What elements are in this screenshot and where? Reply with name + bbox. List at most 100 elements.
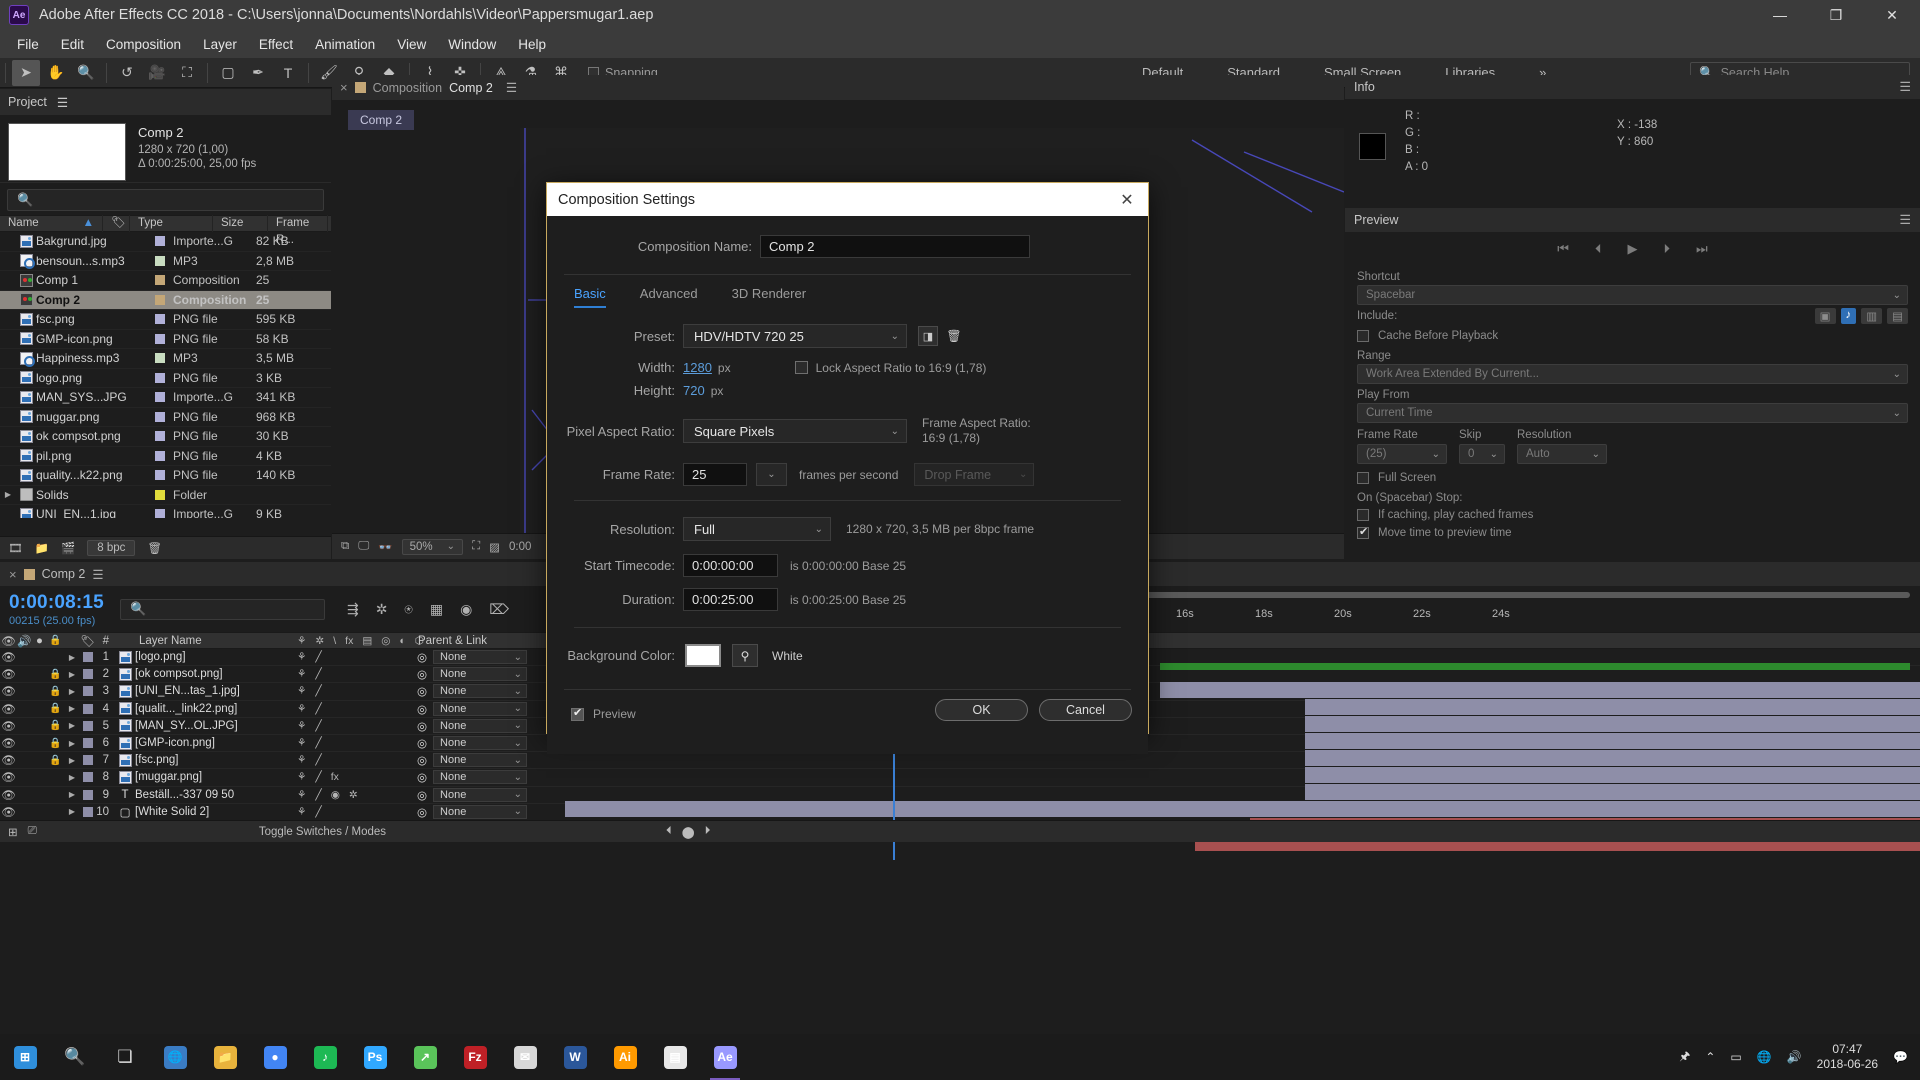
layer-expand-icon[interactable]: ▶ <box>64 670 80 679</box>
menu-file[interactable]: File <box>6 33 50 56</box>
network-icon[interactable]: 🌐 <box>1757 1050 1772 1064</box>
task-view-icon[interactable]: ❏ <box>100 1034 150 1080</box>
project-item-row[interactable]: GMP-icon.png PNG file 58 KB <box>0 330 331 349</box>
layer-name[interactable]: [White Solid 2] <box>135 806 290 818</box>
preset-select[interactable]: HDV/HDTV 720 25 ⌄ <box>683 324 907 348</box>
layer-name[interactable]: [fsc.png] <box>135 754 290 766</box>
transparency-grid-icon[interactable]: ▨ <box>489 540 500 554</box>
project-item-label-swatch[interactable] <box>146 450 173 461</box>
parent-pickwhip-icon[interactable]: ◎ <box>417 667 427 681</box>
taskbar-app-sticky-notes[interactable]: ▤ <box>650 1034 700 1080</box>
text-tool-icon[interactable]: T <box>274 60 302 86</box>
tab-basic[interactable]: Basic <box>574 286 606 308</box>
project-item-label-swatch[interactable] <box>146 314 173 325</box>
layer-parent-select[interactable]: None ⌄ <box>433 736 528 751</box>
parent-pickwhip-icon[interactable]: ◎ <box>417 805 427 819</box>
go-to-start-icon[interactable]: ⏮ <box>1557 241 1569 257</box>
menu-effect[interactable]: Effect <box>248 33 304 56</box>
layer-parent-select[interactable]: None ⌄ <box>433 650 528 665</box>
layer-visibility-icon[interactable]: 👁 <box>0 788 17 802</box>
zoom-tool-icon[interactable]: 🔍 <box>72 60 100 86</box>
layer-expand-icon[interactable]: ▶ <box>64 739 80 748</box>
column-header-name[interactable]: Name ▲ <box>0 215 103 232</box>
parent-pickwhip-icon[interactable]: ◎ <box>417 684 427 698</box>
taskbar-app-chrome[interactable]: ● <box>250 1034 300 1080</box>
project-item-label-swatch[interactable] <box>146 333 173 344</box>
selection-tool-icon[interactable]: ➤ <box>12 59 40 86</box>
project-item-row[interactable]: ▶ Solids Folder <box>0 486 331 505</box>
layer-blend-icon[interactable]: ╱ <box>315 703 321 715</box>
layer-blend-icon[interactable]: ╱ <box>315 720 321 732</box>
layer-lock-icon[interactable]: 🔒 <box>47 703 64 714</box>
pan-behind-tool-icon[interactable]: ⛶ <box>173 60 201 86</box>
layer-label-swatch[interactable] <box>80 720 95 731</box>
camera-tool-icon[interactable]: 🎥 <box>143 60 171 86</box>
column-header-frame-rate[interactable]: Frame R... <box>268 215 328 246</box>
battery-icon[interactable]: ▭ <box>1730 1050 1741 1064</box>
column-header-label[interactable]: 🏷 <box>103 215 130 232</box>
save-preset-icon[interactable]: ◨ <box>918 326 938 346</box>
layer-switches[interactable]: ⚘ ╱ <box>290 754 410 766</box>
windows-start-icon[interactable]: ⊞ <box>0 1034 50 1080</box>
preview-checkbox[interactable] <box>571 706 584 721</box>
layer-expand-icon[interactable]: ▶ <box>64 721 80 730</box>
pen-tool-icon[interactable]: ✒ <box>244 60 272 86</box>
lock-aspect-ratio-row[interactable]: Lock Aspect Ratio to 16:9 (1,78) <box>794 361 986 375</box>
layer-switches[interactable]: ⚘ ╱ ◉ ✲ <box>290 789 410 801</box>
layer-blend-icon[interactable]: ╱ <box>315 789 321 801</box>
layer-quality-icon[interactable]: ✲ <box>349 789 358 801</box>
layer-label-swatch[interactable] <box>80 686 95 697</box>
menu-view[interactable]: View <box>386 33 437 56</box>
layer-expand-icon[interactable]: ▶ <box>64 756 80 765</box>
frame-rate-select[interactable]: (25) ⌄ <box>1357 444 1447 464</box>
project-item-row[interactable]: logo.png PNG file 3 KB <box>0 369 331 388</box>
frame-rate-dropdown-button[interactable]: ⌄ <box>756 463 787 486</box>
layer-parent-cell[interactable]: ◎ None ⌄ <box>410 701 528 716</box>
frame-blending-icon[interactable]: ▦ <box>430 601 443 618</box>
clock[interactable]: 07:47 2018-06-26 <box>1817 1042 1878 1072</box>
close-tab-icon[interactable]: × <box>9 567 17 582</box>
layer-blend-icon[interactable]: ╱ <box>315 651 321 663</box>
parent-pickwhip-icon[interactable]: ◎ <box>417 788 427 802</box>
layer-lock-icon[interactable]: 🔒 <box>47 669 64 680</box>
layer-parent-cell[interactable]: ◎ None ⌄ <box>410 650 528 665</box>
layer-collapse-icon[interactable]: ⚘ <box>297 668 306 680</box>
go-to-end-icon[interactable]: ⏭ <box>1696 241 1708 257</box>
cancel-button[interactable]: Cancel <box>1039 699 1132 721</box>
render-queue-icon[interactable]: ⧉ <box>341 540 349 553</box>
project-item-label-swatch[interactable] <box>146 236 173 247</box>
project-tab-label[interactable]: Project <box>8 95 47 109</box>
project-item-label-swatch[interactable] <box>146 275 173 286</box>
step-back-icon[interactable]: ⏴ <box>1595 241 1602 257</box>
dialog-close-button[interactable]: ✕ <box>1106 183 1148 216</box>
full-screen-checkbox[interactable] <box>1357 472 1369 484</box>
layer-expand-icon[interactable]: ▶ <box>64 704 80 713</box>
project-item-row[interactable]: Happiness.mp3 MP3 3,5 MB <box>0 349 331 369</box>
motion-blur-icon[interactable]: ◉ <box>460 601 472 618</box>
parent-pickwhip-icon[interactable]: ◎ <box>417 719 427 733</box>
pixel-aspect-ratio-select[interactable]: Square Pixels ⌄ <box>683 419 907 443</box>
ok-button[interactable]: OK <box>935 699 1028 721</box>
layer-collapse-icon[interactable]: ⚘ <box>297 789 306 801</box>
include-overlays-icon[interactable]: ▥ <box>1861 308 1883 324</box>
include-layer-controls-icon[interactable]: ▤ <box>1887 308 1908 324</box>
layer-visibility-icon[interactable]: 👁 <box>0 753 17 767</box>
graph-editor-icon[interactable]: ⌦ <box>489 601 509 618</box>
minimize-button[interactable]: — <box>1752 0 1808 30</box>
layer-motion-blur-icon[interactable]: ◉ <box>331 789 340 801</box>
layer-visibility-icon[interactable]: 👁 <box>0 719 17 733</box>
layer-visibility-icon[interactable]: 👁 <box>0 770 17 784</box>
include-video-icon[interactable]: ▣ <box>1814 308 1836 324</box>
project-item-row[interactable]: pil.png PNG file 4 KB <box>0 447 331 466</box>
layer-collapse-icon[interactable]: ⚘ <box>297 806 306 818</box>
layer-parent-cell[interactable]: ◎ None ⌄ <box>410 804 528 819</box>
layer-switches[interactable]: ⚘ ╱ <box>290 720 410 732</box>
project-item-label-swatch[interactable] <box>146 431 173 442</box>
layer-visibility-icon[interactable]: 👁 <box>0 736 17 750</box>
project-item-label-swatch[interactable] <box>146 489 173 500</box>
layer-parent-select[interactable]: None ⌄ <box>433 684 528 699</box>
panel-menu-icon[interactable]: ☰ <box>506 80 517 95</box>
layer-collapse-icon[interactable]: ⚘ <box>297 754 306 766</box>
layer-label-swatch[interactable] <box>80 789 95 800</box>
menu-animation[interactable]: Animation <box>304 33 386 56</box>
